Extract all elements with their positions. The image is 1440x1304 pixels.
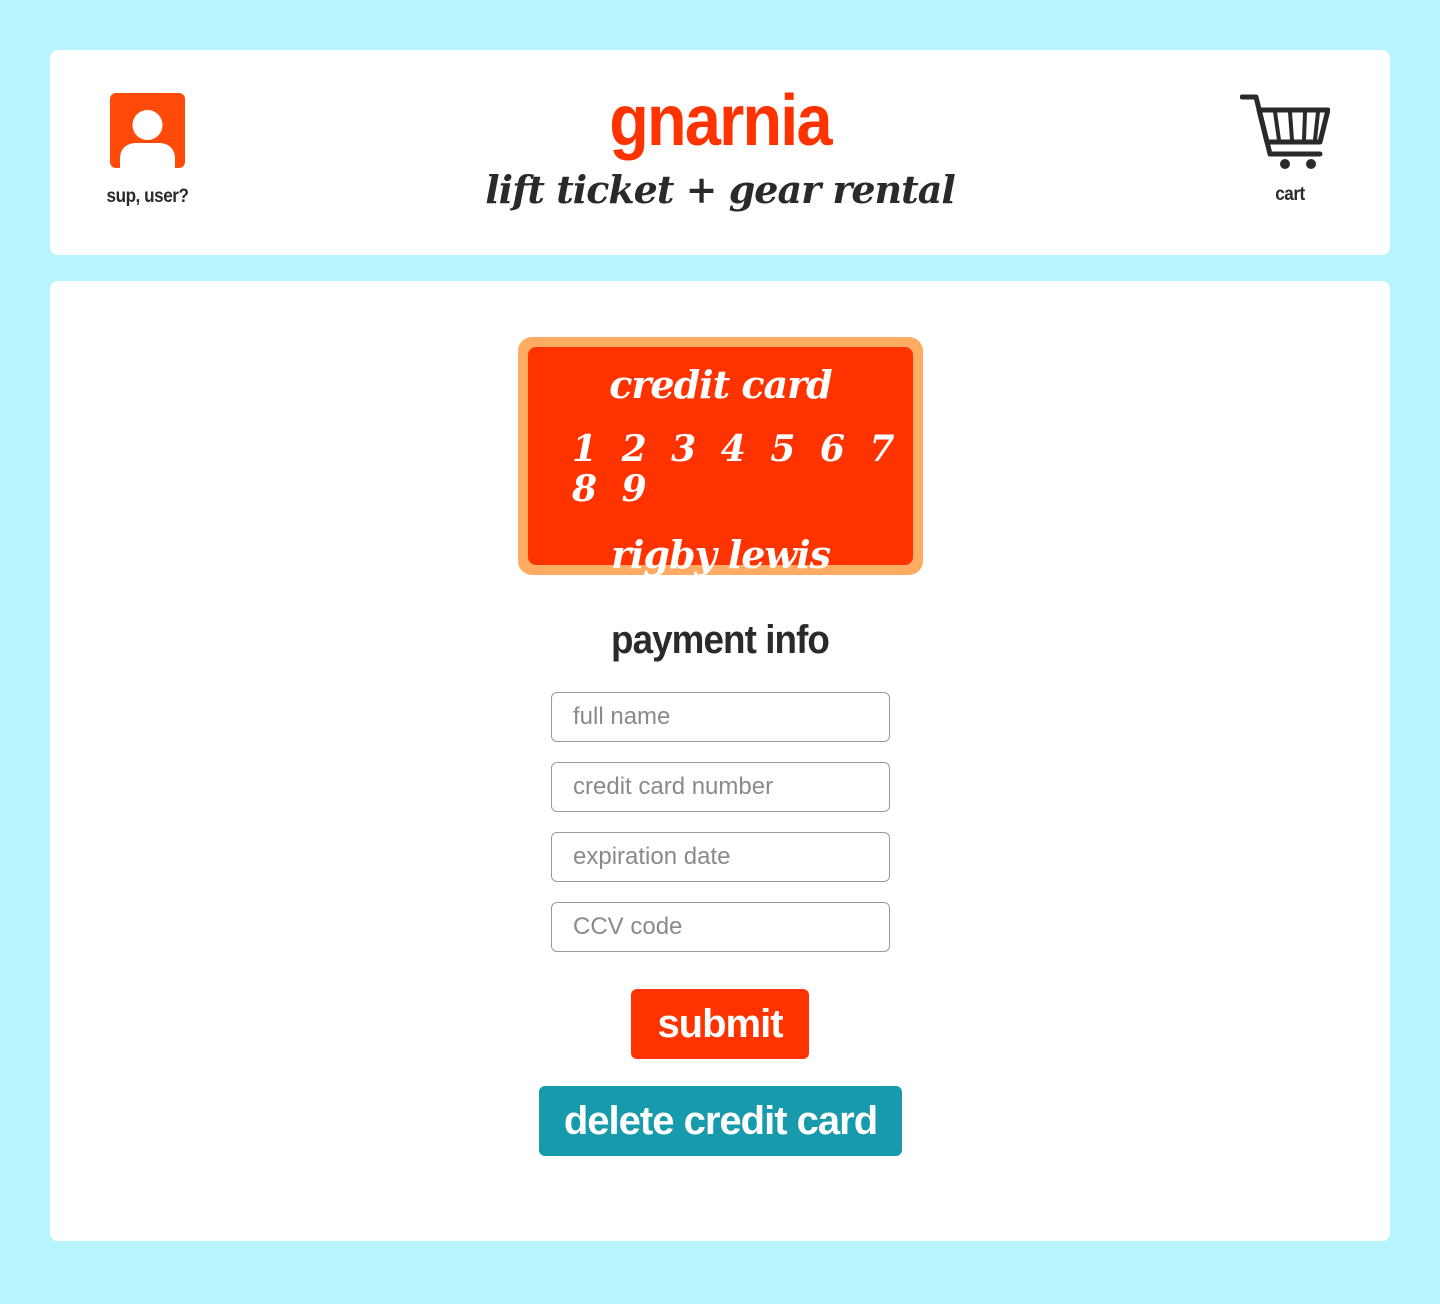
card-holder-name: rigby lewis [610, 532, 831, 577]
brand: gnarnia lift ticket + gear rental [50, 78, 1390, 212]
brand-title[interactable]: gnarnia [117, 78, 1323, 164]
brand-subtitle: lift ticket + gear rental [485, 167, 956, 212]
site-header: sup, user? gnarnia lift ticket + gear re… [50, 50, 1390, 255]
submit-button[interactable]: submit [631, 989, 809, 1059]
credit-card-face: credit card 1 2 3 4 5 6 7 8 9 rigby lewi… [528, 347, 913, 577]
payment-info-heading: payment info [611, 618, 830, 662]
payment-panel: credit card 1 2 3 4 5 6 7 8 9 rigby lewi… [50, 281, 1390, 1241]
full-name-input[interactable] [551, 692, 890, 742]
shopping-cart-icon[interactable] [1240, 92, 1330, 170]
card-title: credit card [609, 362, 832, 407]
credit-card-preview: credit card 1 2 3 4 5 6 7 8 9 rigby lewi… [518, 337, 923, 577]
cart-label[interactable]: cart [1245, 184, 1335, 206]
card-number-input[interactable] [551, 762, 890, 812]
delete-credit-card-button[interactable]: delete credit card [539, 1086, 902, 1156]
expiration-date-input[interactable] [551, 832, 890, 882]
card-number: 1 2 3 4 5 6 7 8 9 [572, 428, 901, 510]
ccv-code-input[interactable] [551, 902, 890, 952]
cart-link[interactable]: cart [1240, 92, 1340, 206]
